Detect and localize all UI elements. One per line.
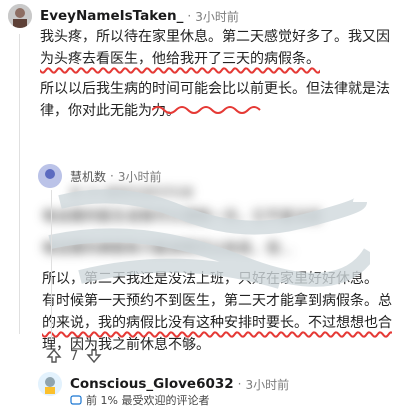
comment-line: 我头疼，所以待在家里休息。第二天感觉好多了。我又因 bbox=[40, 29, 390, 45]
avatar-image-icon bbox=[38, 372, 62, 396]
avatar[interactable] bbox=[38, 372, 62, 396]
separator-dot: · bbox=[187, 9, 192, 23]
highlighted-text: 的来说，我的病假比没有这种安排时要长。不过想想也合 bbox=[42, 315, 392, 331]
thread-line[interactable] bbox=[51, 190, 52, 340]
vote-count: 7 bbox=[70, 348, 79, 364]
comment-line: 为头疼去看医生，他给我开了三天的病假条。 bbox=[40, 48, 396, 70]
red-scribble-icon bbox=[152, 106, 261, 114]
comment-line: 的来说，我的病假比没有这种安排时要长。不过想想也合 bbox=[42, 312, 396, 334]
highlighted-text: 为头疼去看医生，他给我开了三天的病假条。 bbox=[40, 51, 320, 67]
username[interactable]: EveyNameIsTaken_ bbox=[40, 8, 183, 24]
arrow-up-icon[interactable] bbox=[46, 348, 62, 364]
username[interactable]: Conscious_Glove6032 bbox=[70, 376, 234, 392]
comment-line: 所以以后我生病的时间可能会比以前更长。但法律就是法 bbox=[40, 81, 390, 97]
timestamp: 3小时前 bbox=[195, 9, 239, 24]
scribble-overlay-icon bbox=[48, 189, 370, 289]
flair-text: 前 1% 最受欢迎的评论者 bbox=[86, 394, 210, 407]
flair-badge: 前 1% 最受欢迎的评论者 bbox=[70, 392, 209, 408]
separator-dot: · bbox=[110, 169, 114, 183]
avatar[interactable] bbox=[8, 4, 32, 28]
arrow-down-icon[interactable] bbox=[86, 348, 102, 364]
comment-line: 有时候第一天预约不到医生，第二天才能拿到病假条。总 bbox=[42, 293, 392, 309]
award-icon bbox=[70, 395, 82, 405]
timestamp: 3小时前 bbox=[245, 377, 290, 392]
separator-dot: · bbox=[237, 377, 242, 391]
vote-bar: 7 bbox=[46, 348, 102, 364]
avatar-image-icon bbox=[8, 4, 32, 28]
thread-line[interactable] bbox=[19, 34, 20, 334]
